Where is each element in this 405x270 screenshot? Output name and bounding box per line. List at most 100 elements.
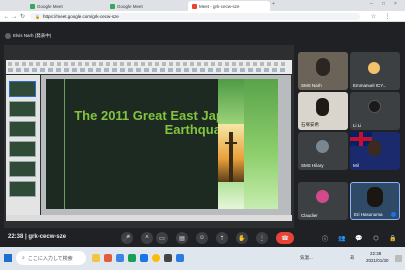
taskbar-search[interactable]: ⌕ ここに入力して検索 <box>16 251 86 265</box>
chevron-up-icon: ˄ <box>145 235 149 241</box>
mic-options-button[interactable]: ˄ <box>141 232 153 244</box>
raise-hand-button[interactable]: ✋ <box>236 232 248 244</box>
participant-name: Li Li <box>353 123 362 128</box>
search-placeholder: ここに入力して検索 <box>27 255 73 262</box>
meet-controls: 22:38 | grk-cecw-sze 🎤 ˄ ▭ ▤ ☺ ⇡ ✋ ⋮ ☎ ⓘ… <box>0 229 405 247</box>
emoji-icon: ☺ <box>198 235 206 241</box>
menu-icon[interactable]: ⋮ <box>384 13 391 20</box>
meeting-time: 22:38 | grk-cecw-sze <box>8 234 67 240</box>
close-icon[interactable]: × <box>394 1 397 7</box>
url-field[interactable]: 🔒 https://meet.google.com/grk-cecw-sze <box>30 13 360 20</box>
tab-label: Meet - grk-cecw-sze <box>199 3 240 9</box>
slide-thumbnail[interactable] <box>9 101 36 117</box>
slide-panel <box>6 75 40 215</box>
more-vert-icon: ⋮ <box>259 235 265 242</box>
end-call-button[interactable]: ☎ <box>276 232 294 244</box>
tab-label: Google Meet <box>117 3 143 9</box>
participant-tile[interactable]: Claudier <box>298 182 348 220</box>
clock-time[interactable]: 22:38 <box>370 251 381 256</box>
mic-icon: 🎤 <box>123 235 131 242</box>
activities-icon: ⬡ <box>373 235 379 242</box>
shield-icon: 🔒 <box>389 235 397 242</box>
maximize-icon[interactable]: □ <box>382 1 385 7</box>
search-icon: ⌕ <box>22 255 25 261</box>
participant-tile[interactable]: SMS Hilary <box>298 132 348 170</box>
participant-tile[interactable]: Emmanuel ICY... <box>350 52 400 90</box>
slide-thumbnail[interactable] <box>9 81 36 97</box>
presenter-avatar <box>5 33 11 39</box>
new-tab-icon[interactable]: + <box>272 1 275 7</box>
participant-name: SMS Hilary <box>301 163 324 168</box>
hang-up-icon: ☎ <box>281 235 289 242</box>
browser-tab-active[interactable]: Meet - grk-cecw-sze <box>188 1 270 11</box>
chrome-icon[interactable] <box>152 254 160 262</box>
slide-divider <box>64 79 65 209</box>
participant-tile[interactable]: Eri Hasunuma <box>350 182 400 220</box>
chat-button[interactable]: 💬 <box>354 232 364 244</box>
bookmark-icon[interactable]: ☆ <box>370 13 377 20</box>
folder-icon[interactable] <box>92 254 100 262</box>
impress-toolbar <box>6 60 292 74</box>
recording-icon <box>192 3 197 9</box>
slide-thumbnail[interactable] <box>9 141 36 157</box>
lock-icon: 🔒 <box>35 14 40 19</box>
mic-button[interactable]: 🎤 <box>121 232 133 244</box>
slide-image-top <box>218 79 244 124</box>
app-icon[interactable] <box>164 254 172 262</box>
app-icon[interactable] <box>176 254 184 262</box>
slide: The 2011 Great East Japan Earthquake. <box>46 79 278 209</box>
browser-tab-strip: Google Meet Google Meet Meet - grk-cecw-… <box>0 0 405 11</box>
url-text: https://meet.google.com/grk-cecw-sze <box>42 14 119 19</box>
weather-text[interactable]: 気温... <box>300 255 313 261</box>
browser-tab[interactable]: Google Meet <box>26 1 106 11</box>
camera-icon: ▭ <box>159 235 165 242</box>
impress-statusbar <box>6 215 292 221</box>
monument-photo <box>218 124 244 182</box>
people-icon: 👥 <box>338 235 346 242</box>
slide-image-right <box>244 79 278 209</box>
back-icon[interactable]: ← <box>3 13 10 20</box>
participant-tile[interactable]: SMS Narh <box>298 52 348 90</box>
participant-tile[interactable]: Li Li <box>350 92 400 130</box>
hand-icon: ✋ <box>238 235 246 242</box>
camera-button[interactable]: ▭ <box>156 232 168 244</box>
forward-icon[interactable]: → <box>11 13 18 20</box>
reactions-button[interactable]: ☺ <box>196 232 208 244</box>
ime-indicator[interactable]: あ <box>350 255 355 261</box>
slide-thumbnail[interactable] <box>9 161 36 177</box>
participant-name: Mil <box>353 163 359 168</box>
meet-favicon-icon <box>110 3 115 9</box>
people-button[interactable]: 👥 <box>337 232 347 244</box>
address-bar: ← → ↻ 🔒 https://meet.google.com/grk-cecw… <box>0 11 405 22</box>
app-icon[interactable] <box>104 254 112 262</box>
minimize-icon[interactable]: – <box>370 1 373 7</box>
captions-button[interactable]: ▤ <box>176 232 188 244</box>
app-icon[interactable] <box>140 254 148 262</box>
present-button[interactable]: ⇡ <box>216 232 228 244</box>
participant-name: SMS Narh <box>301 83 322 88</box>
tab-label: Google Meet <box>37 3 63 9</box>
browser-tab[interactable]: Google Meet <box>106 1 186 11</box>
windows-start-icon[interactable] <box>4 254 12 262</box>
app-icon[interactable] <box>116 254 124 262</box>
windows-taskbar: ⌕ ここに入力して検索 気温... あ 22:38 2021/01/30 <box>0 247 405 270</box>
lock-host-button[interactable]: 🔒 <box>388 232 398 244</box>
slide-title: The 2011 Great East Japan Earthquake. <box>74 108 239 137</box>
slide-thumbnail[interactable] <box>9 181 36 197</box>
meet-favicon-icon <box>30 3 35 9</box>
app-icon[interactable] <box>128 254 136 262</box>
presenter-label: Elvis Narh (発表中) <box>13 33 52 38</box>
participant-name: 石塚安希 <box>301 122 319 127</box>
notification-icon[interactable] <box>395 255 402 262</box>
more-options-button[interactable]: ⋮ <box>256 232 268 244</box>
participant-name: Claudier <box>301 213 318 218</box>
info-button[interactable]: ⓘ <box>320 232 330 244</box>
participant-name: Eri Hasunuma <box>354 212 383 217</box>
reload-icon[interactable]: ↻ <box>19 13 26 20</box>
participant-name: Emmanuel ICY... <box>353 83 387 88</box>
participant-tile[interactable]: 石塚安希 <box>298 92 348 130</box>
clock-date[interactable]: 2021/01/30 <box>366 258 389 263</box>
activities-button[interactable]: ⬡ <box>371 232 381 244</box>
participant-tile[interactable]: Mil <box>350 132 400 170</box>
slide-thumbnail[interactable] <box>9 121 36 137</box>
